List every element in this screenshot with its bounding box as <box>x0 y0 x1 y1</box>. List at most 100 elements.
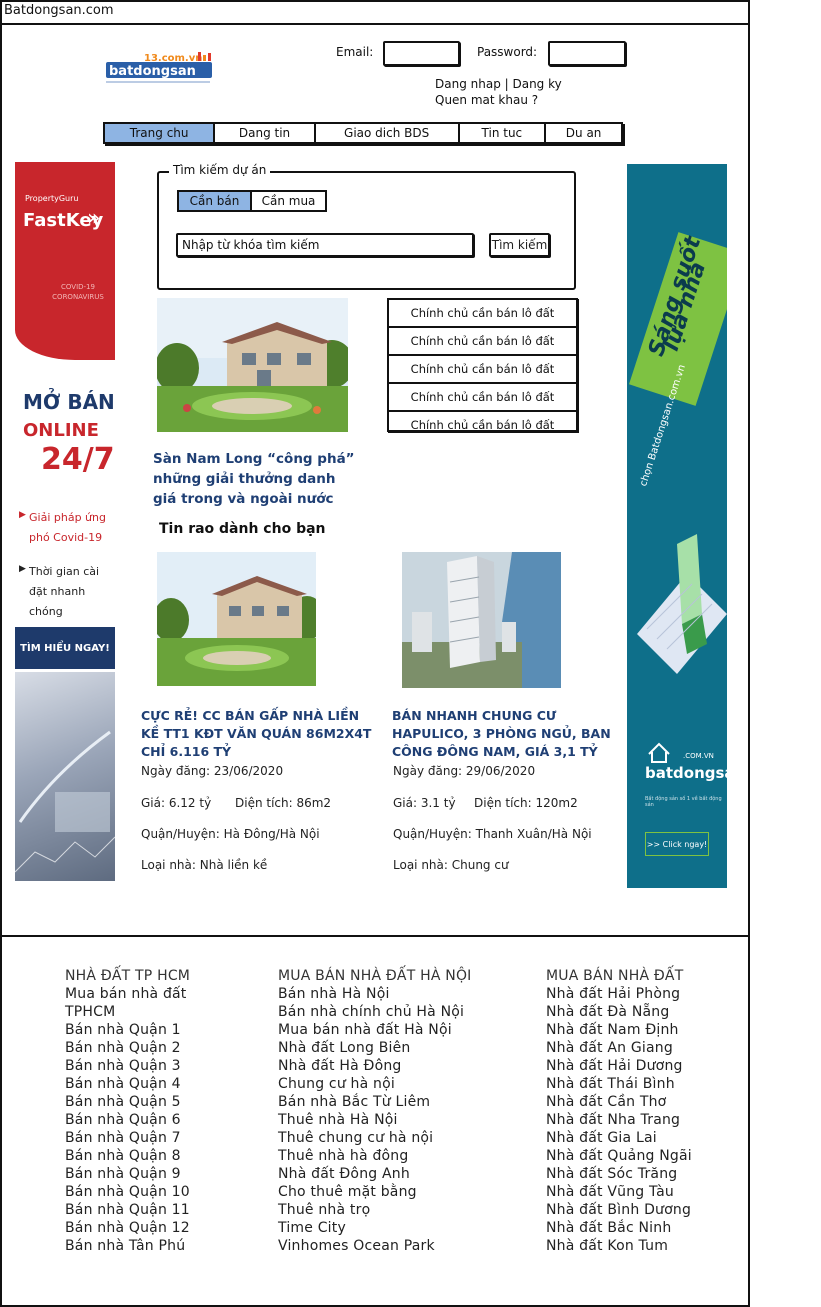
footer-link[interactable]: Thuê nhà Hà Nội <box>278 1111 518 1129</box>
chevron-right-icon: » <box>87 206 101 231</box>
nav-item-news[interactable]: Tin tuc <box>460 124 547 142</box>
footer-divider <box>0 935 750 937</box>
main-nav: Trang chu Dang tin Giao dich BDS Tin tuc… <box>103 122 623 144</box>
footer-link[interactable]: Bán nhà Quận 3 <box>65 1057 265 1075</box>
footer-link[interactable]: Nhà đất Hà Đông <box>278 1057 518 1075</box>
footer-link[interactable]: Nhà đất Đông Anh <box>278 1165 518 1183</box>
footer-link[interactable]: Nhà đất Gia Lai <box>546 1129 746 1147</box>
ad-brand-tag: Bất động sản số 1 về bất động sản <box>645 796 722 808</box>
footer-link[interactable]: Chung cư hà nội <box>278 1075 518 1093</box>
email-field[interactable] <box>383 41 460 66</box>
footer-link[interactable]: Nhà đất Bắc Ninh <box>546 1219 746 1237</box>
footer-link[interactable]: Thuê nhà hà đông <box>278 1147 518 1165</box>
footer-link[interactable]: Bán nhà Quận 12 <box>65 1219 265 1237</box>
footer-link[interactable]: Cho thuê mặt bằng <box>278 1183 518 1201</box>
footer-link[interactable]: Nhà đất Nha Trang <box>546 1111 746 1129</box>
footer-link[interactable]: Bán nhà chính chủ Hà Nội <box>278 1003 518 1021</box>
password-field[interactable] <box>548 41 626 66</box>
footer-link[interactable]: Bán nhà Quận 1 <box>65 1021 265 1039</box>
footer-link[interactable]: Bán nhà Quận 10 <box>65 1183 265 1201</box>
search-legend: Tìm kiếm dự án <box>169 163 271 177</box>
footer-link[interactable]: Thuê chung cư hà nội <box>278 1129 518 1147</box>
logo-text: batdongsan <box>109 64 196 79</box>
card-image[interactable] <box>157 552 316 686</box>
nav-item-post[interactable]: Dang tin <box>215 124 316 142</box>
tab-buy[interactable]: Cần mua <box>252 190 327 212</box>
ad-cta-button[interactable]: >> Click ngay! <box>645 832 709 856</box>
footer-link[interactable]: Nhà đất Bình Dương <box>546 1201 746 1219</box>
footer-link[interactable]: Nhà đất Sóc Trăng <box>546 1165 746 1183</box>
footer-link[interactable]: Bán nhà Quận 9 <box>65 1165 265 1183</box>
footer-link[interactable]: Vinhomes Ocean Park <box>278 1237 518 1255</box>
card-area: Diện tích: 86m2 <box>235 796 332 810</box>
footer-link[interactable]: Nhà đất Kon Tum <box>546 1237 746 1255</box>
search-tabs: Cần bán Cần mua <box>177 190 327 212</box>
footer-link[interactable]: Nhà đất Đà Nẵng <box>546 1003 746 1021</box>
bullet-arrow-icon: ▶ <box>19 510 26 520</box>
footer-link[interactable]: Bán nhà Quận 7 <box>65 1129 265 1147</box>
card-area: Diện tích: 120m2 <box>474 796 578 810</box>
footer-col-hanoi: MUA BÁN NHÀ ĐẤT HÀ NỘI Bán nhà Hà Nội Bá… <box>278 967 518 1255</box>
site-logo[interactable]: batdongsan 13.com.vn <box>106 52 216 88</box>
footer-link[interactable]: Nhà đất Long Biên <box>278 1039 518 1057</box>
ad-bullet-2: Thời gian cài đặt nhanh chóng <box>29 565 100 618</box>
forgot-password-link[interactable]: Quen mat khau ? <box>435 93 538 107</box>
for-you-heading: Tin rao dành cho bạn <box>159 521 326 537</box>
featured-article-title[interactable]: Sàn Nam Long “công phá” những giải thưởn… <box>153 449 363 509</box>
card-image[interactable] <box>402 552 561 688</box>
footer-link[interactable]: Nhà đất An Giang <box>546 1039 746 1057</box>
footer-link[interactable]: Mua bán nhà đất Hà Nội <box>278 1021 518 1039</box>
card-type: Loại nhà: Chung cư <box>393 858 509 872</box>
footer-link[interactable]: Thuê nhà trọ <box>278 1201 518 1219</box>
logo-subtext: 13.com.vn <box>144 53 202 64</box>
tab-sell[interactable]: Cần bán <box>177 190 253 212</box>
footer-link[interactable]: Bán nhà Quận 8 <box>65 1147 265 1165</box>
ad-building-illustration <box>627 534 727 684</box>
footer-link[interactable]: Bán nhà Quận 4 <box>65 1075 265 1093</box>
footer-link[interactable]: Nhà đất Vũng Tàu <box>546 1183 746 1201</box>
footer-link[interactable]: Bán nhà Hà Nội <box>278 985 518 1003</box>
footer-link[interactable]: Nhà đất Cần Thơ <box>546 1093 746 1111</box>
nav-item-home[interactable]: Trang chu <box>105 124 216 142</box>
listings-box: Chính chủ cần bán lô đất Chính chủ cần b… <box>387 298 578 432</box>
ad-cta-button[interactable]: TÌM HIỂU NGAY! <box>15 627 115 669</box>
footer-link[interactable]: Bán nhà Quận 2 <box>65 1039 265 1057</box>
listing-link[interactable]: Chính chủ cần bán lô đất <box>389 412 576 438</box>
login-register-link[interactable]: Dang nhap | Dang ky <box>435 77 562 91</box>
right-ad-banner[interactable]: Sáng suốt lựa nhà chọn Batdongsan.com.vn… <box>627 164 727 888</box>
footer-link[interactable]: Nhà đất Thái Bình <box>546 1075 746 1093</box>
footer-link[interactable]: TPHCM <box>65 1003 265 1021</box>
footer-link[interactable]: Bán nhà Bắc Từ Liêm <box>278 1093 518 1111</box>
footer-link[interactable]: Bán nhà Quận 5 <box>65 1093 265 1111</box>
project-search-box <box>157 171 576 290</box>
nav-item-transactions[interactable]: Giao dich BDS <box>316 124 460 142</box>
search-button[interactable]: Tìm kiếm <box>489 233 550 257</box>
left-ad-banner[interactable]: PropertyGuru FastKey » COVID-19 CORONAVI… <box>15 162 115 881</box>
footer-link[interactable]: Mua bán nhà đất <box>65 985 265 1003</box>
listing-link[interactable]: Chính chủ cần bán lô đất <box>389 300 576 328</box>
footer-link[interactable]: Bán nhà Tân Phú <box>65 1237 265 1255</box>
logo-graphic: batdongsan 13.com.vn <box>106 52 212 83</box>
footer-link[interactable]: Time City <box>278 1219 518 1237</box>
card-title[interactable]: BÁN NHANH CHUNG CƯ HAPULICO, 3 PHÒNG NGỦ… <box>392 707 612 761</box>
footer-link[interactable]: Nhà đất Hải Dương <box>546 1057 746 1075</box>
card-title[interactable]: Cực rẻ! CC bán gấp nhà liền kề TT1 KĐT V… <box>141 707 373 761</box>
footer-link[interactable]: Bán nhà Quận 6 <box>65 1111 265 1129</box>
listing-link[interactable]: Chính chủ cần bán lô đất <box>389 328 576 356</box>
nav-item-projects[interactable]: Du an <box>546 124 621 142</box>
listing-link[interactable]: Chính chủ cần bán lô đất <box>389 384 576 412</box>
ad-brand: PropertyGuru <box>25 194 79 203</box>
footer-link[interactable]: Nhà đất Nam Định <box>546 1021 746 1039</box>
listing-link[interactable]: Chính chủ cần bán lô đất <box>389 356 576 384</box>
ad-headline-2: ONLINE <box>23 420 99 441</box>
card-price: Giá: 6.12 tỷ <box>141 796 212 810</box>
footer-heading: NHÀ ĐẤT TP HCM <box>65 968 191 984</box>
ad-bullet-1: Giải pháp ứng phó Covid-19 <box>29 511 106 544</box>
featured-image[interactable] <box>157 298 348 432</box>
card-district: Quận/Huyện: Hà Đông/Hà Nội <box>141 827 320 841</box>
footer-link[interactable]: Nhà đất Hải Phòng <box>546 985 746 1003</box>
footer-heading: MUA BÁN NHÀ ĐẤT HÀ NỘI <box>278 968 472 984</box>
search-input[interactable]: Nhập từ khóa tìm kiếm <box>176 233 474 257</box>
footer-link[interactable]: Bán nhà Quận 11 <box>65 1201 265 1219</box>
footer-link[interactable]: Nhà đất Quảng Ngãi <box>546 1147 746 1165</box>
